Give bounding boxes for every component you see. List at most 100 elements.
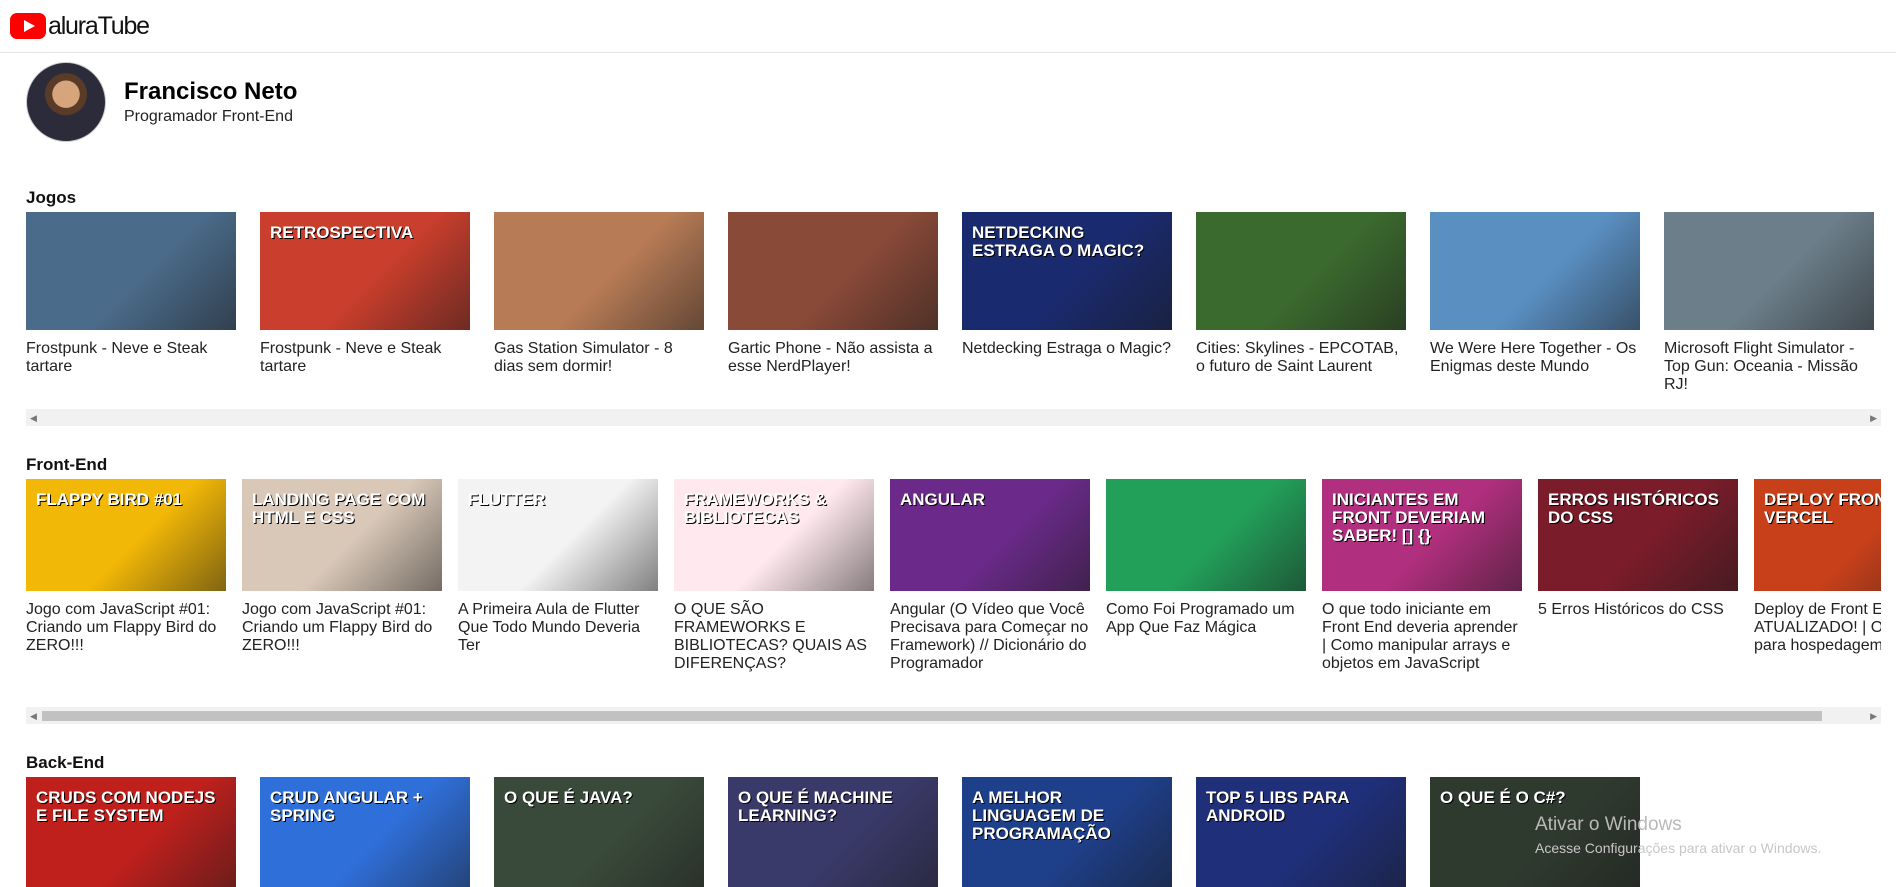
video-title[interactable]: Cities: Skylines - EPCOTAB, o futuro de … bbox=[1196, 340, 1406, 376]
thumbnail-text: Flappy Bird #01 bbox=[36, 490, 183, 509]
scroll-left-icon[interactable]: ◀ bbox=[30, 711, 37, 722]
thumbnail-text: ANGULAR bbox=[900, 490, 985, 509]
video-thumbnail[interactable] bbox=[728, 212, 938, 330]
video-card[interactable]: INICIANTES EM FRONT DEVERIAM SABER! [] {… bbox=[1322, 479, 1522, 673]
video-title[interactable]: Microsoft Flight Simulator - Top Gun: Oc… bbox=[1664, 340, 1874, 394]
video-thumbnail[interactable]: Flappy Bird #01 bbox=[26, 479, 226, 591]
video-title[interactable]: Como Foi Programado um App Que Faz Mágic… bbox=[1106, 601, 1306, 637]
video-card[interactable]: Flappy Bird #01 Jogo com JavaScript #01: … bbox=[26, 479, 226, 655]
scroll-left-icon[interactable]: ◀ bbox=[30, 413, 37, 424]
video-title[interactable]: Angular (O Vídeo que Você Precisava para… bbox=[890, 601, 1090, 673]
video-card[interactable]: Flutter A Primeira Aula de Flutter Que To… bbox=[458, 479, 658, 655]
video-card[interactable]: Cities: Skylines - EPCOTAB, o futuro de … bbox=[1196, 212, 1406, 376]
video-thumbnail[interactable]: CRUD ANGULAR + SPRING bbox=[260, 777, 470, 887]
video-card[interactable]: O QUE É MACHINE LEARNING? bbox=[728, 777, 938, 887]
video-thumbnail[interactable]: ANGULAR bbox=[890, 479, 1090, 591]
video-thumbnail[interactable]: INICIANTES EM FRONT DEVERIAM SABER! [] {… bbox=[1322, 479, 1522, 591]
section-title: Jogos bbox=[26, 188, 77, 207]
thumbnail-text: ERROS HISTÓRICOS DO CSS bbox=[1548, 490, 1719, 527]
video-card[interactable]: We Were Here Together - Os Enigmas deste… bbox=[1430, 212, 1640, 376]
video-thumbnail[interactable] bbox=[1430, 212, 1640, 330]
video-card[interactable]: FRAMEWORKS & BIBLIOTECAS O QUE SÃO FRAMEW… bbox=[674, 479, 874, 673]
video-title[interactable]: O QUE SÃO FRAMEWORKS E BIBLIOTECAS? QUAI… bbox=[674, 601, 874, 673]
thumbnail-text: O QUE É MACHINE LEARNING? bbox=[738, 788, 893, 825]
video-thumbnail[interactable] bbox=[1664, 212, 1874, 330]
video-title[interactable]: We Were Here Together - Os Enigmas deste… bbox=[1430, 340, 1640, 376]
video-thumbnail[interactable]: RETROSPECTIVA bbox=[260, 212, 470, 330]
thumbnail-text: INICIANTES EM FRONT DEVERIAM SABER! [] {… bbox=[1332, 490, 1485, 545]
avatar bbox=[26, 62, 106, 142]
video-title[interactable]: Frostpunk - Neve e Steak tartare bbox=[26, 340, 236, 376]
video-thumbnail[interactable]: LANDING PAGE COM HTML E CSS bbox=[242, 479, 442, 591]
video-thumbnail[interactable]: NETDECKING ESTRAGA O MAGIC? bbox=[962, 212, 1172, 330]
video-card[interactable]: Gas Station Simulator - 8 dias sem dormi… bbox=[494, 212, 704, 376]
thumbnail-text: FRAMEWORKS & BIBLIOTECAS bbox=[684, 490, 827, 527]
thumbnail-text: O QUE É JAVA? bbox=[504, 788, 633, 807]
thumbnail-text: TOP 5 LIBS PARA ANDROID bbox=[1206, 788, 1349, 825]
video-thumbnail[interactable]: TOP 5 LIBS PARA ANDROID bbox=[1196, 777, 1406, 887]
video-title[interactable]: Deploy de Front E ATUALIZADO! | O eu uso… bbox=[1754, 601, 1881, 655]
video-card[interactable]: LANDING PAGE COM HTML E CSS Jogo com Java… bbox=[242, 479, 442, 655]
section-title: Back-End bbox=[26, 753, 105, 772]
video-title[interactable]: Frostpunk - Neve e Steak tartare bbox=[260, 340, 470, 376]
video-card[interactable]: ERROS HISTÓRICOS DO CSS 5 Erros Histórico… bbox=[1538, 479, 1738, 619]
video-thumbnail[interactable]: FRAMEWORKS & BIBLIOTECAS bbox=[674, 479, 874, 591]
scroll-right-icon[interactable]: ▶ bbox=[1870, 413, 1877, 424]
video-thumbnail[interactable]: A MELHOR LINGUAGEM DE PROGRAMAÇÃO bbox=[962, 777, 1172, 887]
video-thumbnail[interactable]: O QUE É MACHINE LEARNING? bbox=[728, 777, 938, 887]
video-thumbnail[interactable]: ERROS HISTÓRICOS DO CSS bbox=[1538, 479, 1738, 591]
thumbnail-text: RETROSPECTIVA bbox=[270, 223, 414, 242]
thumbnail-text: Flutter bbox=[468, 490, 546, 509]
section-front-end: Front-End Flappy Bird #01 Jogo com JavaSc… bbox=[26, 455, 1881, 695]
video-title[interactable]: A Primeira Aula de Flutter Que Todo Mund… bbox=[458, 601, 658, 655]
profile-role: Programador Front-End bbox=[124, 108, 293, 125]
top-bar: aluraTube bbox=[0, 0, 1896, 53]
video-title[interactable]: Netdecking Estraga o Magic? bbox=[962, 340, 1172, 358]
play-logo-icon bbox=[10, 13, 46, 39]
profile-header: Francisco Neto Programador Front-End bbox=[26, 62, 297, 142]
thumbnail-text: CRUDS COM NODEJS E FILE SYSTEM bbox=[36, 788, 216, 825]
video-title[interactable]: Jogo com JavaScript #01: Criando um Flap… bbox=[26, 601, 226, 655]
video-card[interactable]: A MELHOR LINGUAGEM DE PROGRAMAÇÃO bbox=[962, 777, 1172, 887]
video-thumbnail[interactable]: O QUE É JAVA? bbox=[494, 777, 704, 887]
video-thumbnail[interactable]: Flutter bbox=[458, 479, 658, 591]
video-title[interactable]: 5 Erros Históricos do CSS bbox=[1538, 601, 1738, 619]
video-card[interactable]: TOP 5 LIBS PARA ANDROID bbox=[1196, 777, 1406, 887]
video-card[interactable]: Microsoft Flight Simulator - Top Gun: Oc… bbox=[1664, 212, 1874, 394]
scroll-right-icon[interactable]: ▶ bbox=[1870, 711, 1877, 722]
video-card[interactable]: RETROSPECTIVA Frostpunk - Neve e Steak ta… bbox=[260, 212, 470, 376]
video-thumbnail[interactable] bbox=[26, 212, 236, 330]
video-card[interactable]: ANGULAR Angular (O Vídeo que Você Precisa… bbox=[890, 479, 1090, 673]
video-card[interactable]: Como Foi Programado um App Que Faz Mágic… bbox=[1106, 479, 1306, 637]
video-thumbnail[interactable]: CRUDS COM NODEJS E FILE SYSTEM bbox=[26, 777, 236, 887]
horizontal-scrollbar[interactable]: ◀ ▶ bbox=[26, 409, 1881, 426]
video-card[interactable]: NETDECKING ESTRAGA O MAGIC? Netdecking Es… bbox=[962, 212, 1172, 358]
section-jogos: Jogos Frostpunk - Neve e Steak tartare RE… bbox=[26, 188, 1881, 398]
video-title[interactable]: O que todo iniciante em Front End deveri… bbox=[1322, 601, 1522, 673]
video-card[interactable]: O QUE É JAVA? bbox=[494, 777, 704, 887]
video-card[interactable]: CRUD ANGULAR + SPRING bbox=[260, 777, 470, 887]
video-title[interactable]: Jogo com JavaScript #01: Criando um Flap… bbox=[242, 601, 442, 655]
thumbnail-text: LANDING PAGE COM HTML E CSS bbox=[252, 490, 426, 527]
video-card[interactable]: Gartic Phone - Não assista a esse NerdPl… bbox=[728, 212, 938, 376]
video-card[interactable]: DEPLOY FRONT EN VERCEL Deploy de Front E … bbox=[1754, 479, 1881, 655]
thumbnail-text: A MELHOR LINGUAGEM DE PROGRAMAÇÃO bbox=[972, 788, 1111, 843]
scrollbar-thumb[interactable] bbox=[42, 711, 1822, 721]
horizontal-scrollbar[interactable]: ◀ ▶ bbox=[26, 707, 1881, 724]
video-thumbnail[interactable] bbox=[1196, 212, 1406, 330]
app-logo[interactable]: aluraTube bbox=[10, 11, 150, 41]
video-title[interactable]: Gas Station Simulator - 8 dias sem dormi… bbox=[494, 340, 704, 376]
video-title[interactable]: Gartic Phone - Não assista a esse NerdPl… bbox=[728, 340, 938, 376]
thumbnail-text: NETDECKING ESTRAGA O MAGIC? bbox=[972, 223, 1145, 260]
windows-activation-title: Ativar o Windows bbox=[1535, 814, 1682, 835]
section-title: Front-End bbox=[26, 455, 108, 474]
video-row: Flappy Bird #01 Jogo com JavaScript #01: … bbox=[26, 479, 1881, 695]
logo-text: aluraTube bbox=[48, 11, 150, 40]
thumbnail-text: DEPLOY FRONT EN VERCEL bbox=[1764, 490, 1881, 527]
profile-info: Francisco Neto Programador Front-End bbox=[124, 78, 297, 126]
video-thumbnail[interactable] bbox=[494, 212, 704, 330]
video-thumbnail[interactable] bbox=[1106, 479, 1306, 591]
video-card[interactable]: Frostpunk - Neve e Steak tartare bbox=[26, 212, 236, 376]
video-card[interactable]: CRUDS COM NODEJS E FILE SYSTEM bbox=[26, 777, 236, 887]
video-thumbnail[interactable]: DEPLOY FRONT EN VERCEL bbox=[1754, 479, 1881, 591]
